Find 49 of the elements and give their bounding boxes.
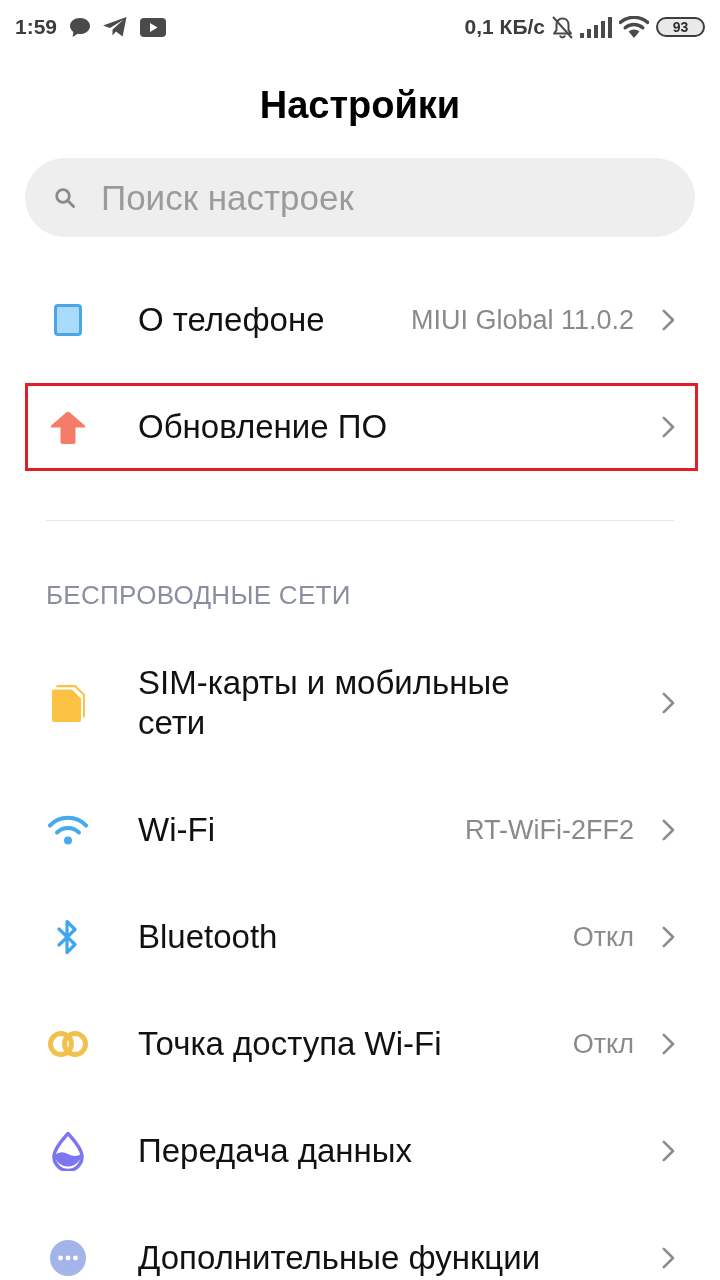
settings-item[interactable]: Обновление ПО bbox=[25, 383, 698, 471]
bell-off-icon bbox=[552, 15, 573, 39]
chevron-right-icon bbox=[662, 1247, 675, 1269]
page-title: Настройки bbox=[259, 83, 461, 128]
linked-rings-icon bbox=[48, 1030, 88, 1058]
item-value: Откл bbox=[572, 1028, 634, 1061]
item-label: Обновление ПО bbox=[138, 407, 388, 447]
item-value: MIUI Global 11.0.2 bbox=[410, 304, 634, 337]
more-dots-icon bbox=[50, 1240, 86, 1276]
chevron-right-icon bbox=[662, 692, 675, 714]
search-icon bbox=[55, 187, 75, 208]
sim-cards-icon bbox=[51, 684, 85, 722]
chevron-right-icon bbox=[662, 416, 675, 438]
wifi-icon bbox=[619, 16, 649, 38]
item-value: Откл bbox=[572, 921, 634, 954]
item-label: Точка доступа Wi-Fi bbox=[138, 1024, 442, 1064]
settings-item[interactable]: Wi-Fi RT-WiFi-2FF2 bbox=[25, 786, 698, 874]
chevron-right-icon bbox=[662, 1033, 675, 1055]
item-label: О телефоне bbox=[138, 300, 325, 340]
phone-icon bbox=[54, 304, 82, 336]
settings-item[interactable]: SIM-карты и мобильные сети bbox=[25, 639, 698, 767]
chevron-right-icon bbox=[662, 926, 675, 948]
wifi-icon bbox=[48, 815, 88, 845]
chevron-right-icon bbox=[662, 819, 675, 841]
chevron-right-icon bbox=[662, 309, 675, 331]
item-label: SIM-карты и мобильные сети bbox=[138, 663, 511, 743]
item-label: Wi-Fi bbox=[138, 810, 215, 850]
item-label: Bluetooth bbox=[138, 917, 278, 957]
water-drop-icon bbox=[52, 1131, 84, 1171]
settings-item[interactable]: Дополнительные функции bbox=[25, 1214, 698, 1280]
search-field[interactable]: Поиск настроек bbox=[25, 158, 695, 237]
chevron-right-icon bbox=[662, 1140, 675, 1162]
play-button-icon bbox=[140, 17, 167, 37]
settings-item[interactable]: Точка доступа Wi-Fi Откл bbox=[25, 1000, 698, 1088]
item-label: Передача данных bbox=[138, 1131, 412, 1171]
settings-item[interactable]: Bluetooth Откл bbox=[25, 893, 698, 981]
bluetooth-icon bbox=[57, 919, 79, 955]
chat-bubble-icon bbox=[70, 17, 91, 37]
item-value: RT-WiFi-2FF2 bbox=[465, 814, 634, 847]
settings-item[interactable]: О телефоне MIUI Global 11.0.2 bbox=[25, 276, 698, 364]
signal-icon bbox=[580, 16, 612, 38]
battery-indicator: 93 bbox=[656, 17, 705, 37]
settings-item[interactable]: Передача данных bbox=[25, 1107, 698, 1195]
paper-plane-icon bbox=[103, 17, 128, 37]
item-label: Дополнительные функции bbox=[138, 1238, 541, 1278]
network-speed: 0,1 КБ/с bbox=[464, 15, 545, 39]
up-arrow-icon bbox=[50, 410, 86, 444]
status-time: 1:59 bbox=[15, 15, 58, 39]
section-header: БЕСПРОВОДНЫЕ СЕТИ bbox=[46, 580, 352, 610]
